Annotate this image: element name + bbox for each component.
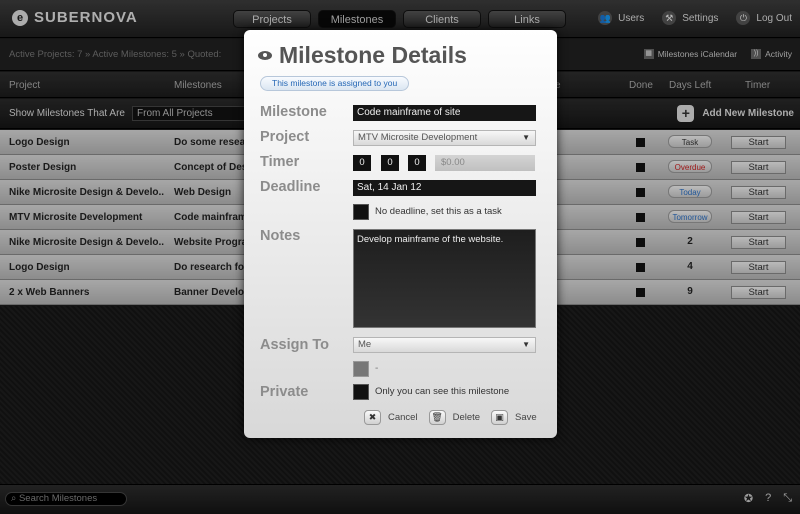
timer-minutes-input[interactable]: 0 [381,155,399,171]
floppy-icon: ▣ [491,410,509,425]
notes-label: Notes [260,228,301,244]
private-label: Private [260,384,309,400]
project-select[interactable]: MTV Microsite Development ▼ [353,130,536,146]
color-swatch-label: - [375,363,379,374]
notes-textarea[interactable]: Develop mainframe of the website. [353,229,536,328]
cancel-label: Cancel [388,412,418,423]
timer-hours-input[interactable]: 0 [353,155,371,171]
assign-to-label: Assign To [260,337,330,353]
no-deadline-text: No deadline, set this as a task [375,206,502,217]
timer-label: Timer [260,154,300,170]
save-button[interactable]: ▣ Save [491,410,537,425]
assign-to-select[interactable]: Me ▼ [353,337,536,353]
chevron-down-icon: ▼ [522,133,530,142]
milestone-details-dialog: Milestone Details This milestone is assi… [244,30,557,438]
private-text: Only you can see this milestone [375,386,510,397]
assign-to-value: Me [358,339,372,350]
timer-amount-input[interactable]: $0.00 [435,155,535,171]
private-checkbox[interactable] [353,384,369,400]
cancel-button[interactable]: ✖ Cancel [364,410,418,425]
milestone-label: Milestone [260,104,327,120]
milestone-name-input[interactable]: Code mainframe of site [353,105,536,121]
no-deadline-checkbox[interactable] [353,204,369,220]
delete-button[interactable]: 🗑 Delete [428,410,481,425]
trash-icon: 🗑 [428,410,446,425]
deadline-label: Deadline [260,179,321,195]
delete-label: Delete [452,412,481,423]
close-icon: ✖ [364,410,381,425]
timer-seconds-input[interactable]: 0 [408,155,426,171]
chevron-down-icon: ▼ [522,340,530,349]
save-label: Save [515,412,537,423]
color-swatch[interactable] [353,361,369,377]
project-select-value: MTV Microsite Development [358,132,478,143]
assigned-badge: This milestone is assigned to you [260,76,410,91]
eye-icon [258,51,272,60]
dialog-title: Milestone Details [279,42,467,68]
project-label: Project [260,129,310,145]
deadline-input[interactable]: Sat, 14 Jan 12 [353,180,536,196]
